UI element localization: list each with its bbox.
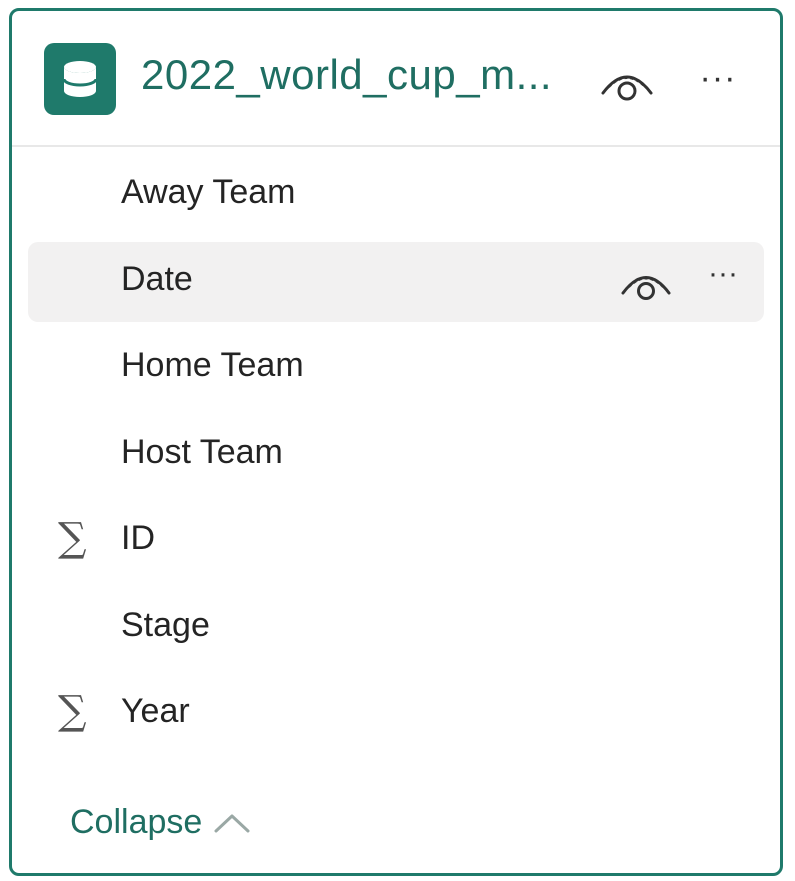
field-row[interactable]: Date ··· — [28, 241, 764, 322]
table-header[interactable]: 2022_world_cup_m... ··· — [12, 11, 780, 147]
field-label: Host Team — [121, 432, 283, 471]
field-row[interactable]: ∑ Year — [28, 674, 764, 754]
field-row[interactable]: ∑ ID — [28, 501, 764, 581]
eye-icon[interactable] — [618, 264, 674, 302]
field-label: Year — [121, 692, 190, 730]
database-icon — [44, 43, 116, 115]
field-row[interactable]: Away Team — [28, 155, 764, 235]
field-row[interactable]: Host Team — [28, 415, 764, 495]
field-label: Stage — [121, 605, 210, 644]
chevron-up-icon — [214, 814, 250, 832]
more-options-icon[interactable]: ··· — [692, 61, 744, 103]
field-label: Date — [121, 259, 193, 298]
field-row[interactable]: Stage — [28, 588, 764, 668]
sigma-icon: ∑ — [58, 515, 87, 561]
collapse-label: Collapse — [70, 803, 203, 841]
table-title[interactable]: 2022_world_cup_m... — [141, 51, 552, 99]
data-pane-card: 2022_world_cup_m... ··· Away Team Date ···… — [9, 8, 783, 876]
field-label: Home Team — [121, 346, 304, 384]
sigma-icon: ∑ — [58, 688, 87, 734]
more-options-icon[interactable]: ··· — [698, 258, 748, 300]
eye-icon[interactable] — [597, 63, 657, 103]
field-row[interactable]: Home Team — [28, 328, 764, 408]
collapse-button[interactable]: Collapse — [70, 803, 252, 842]
field-label: Away Team — [121, 173, 296, 211]
field-label: ID — [121, 519, 155, 557]
